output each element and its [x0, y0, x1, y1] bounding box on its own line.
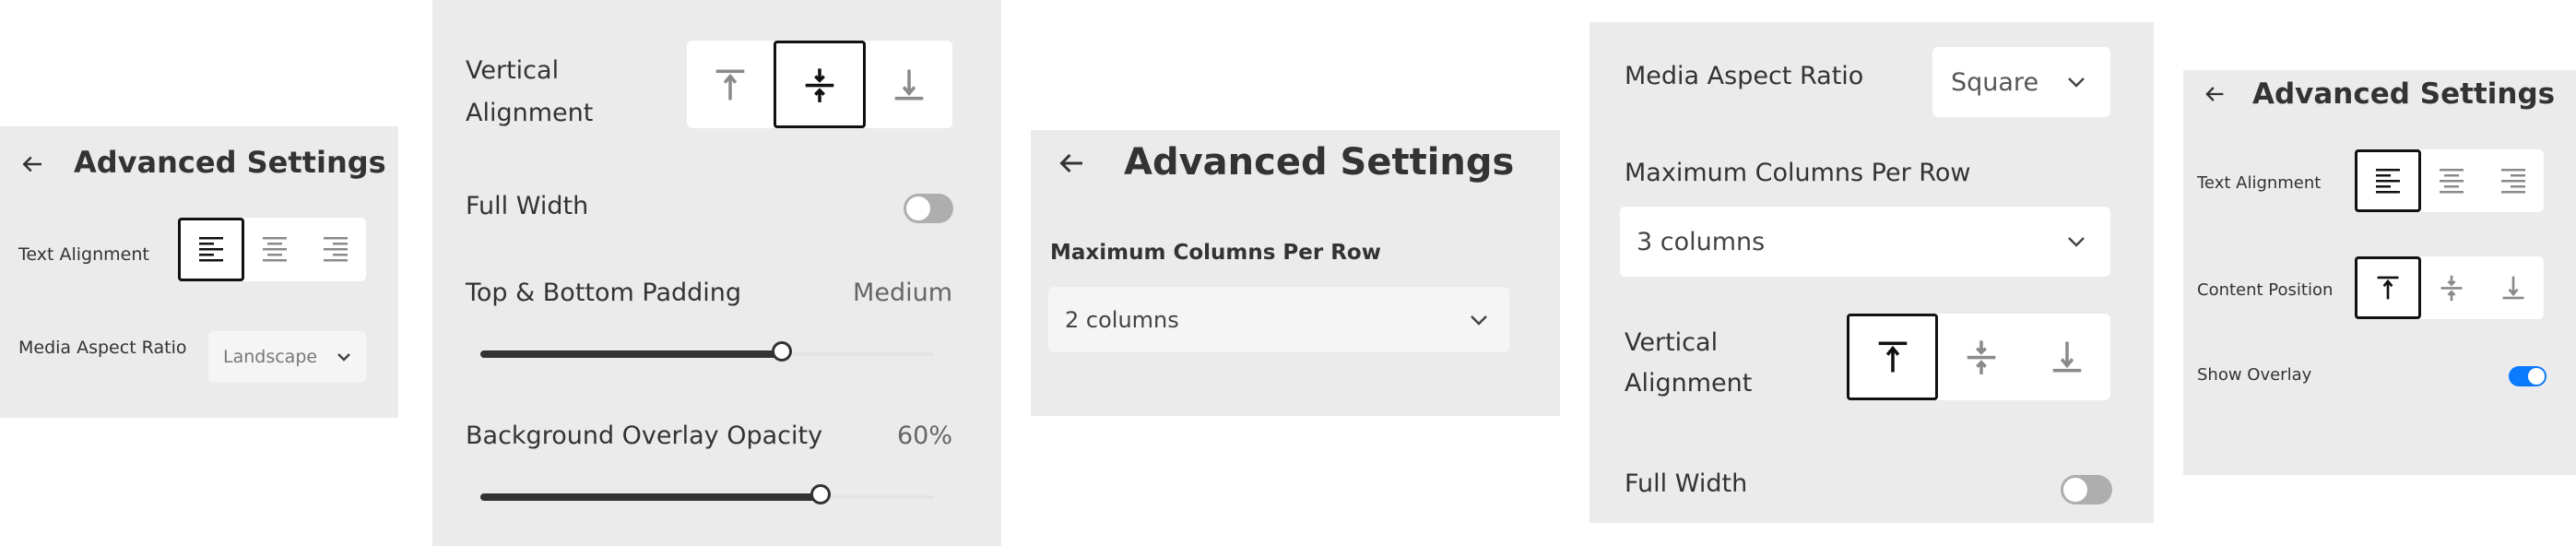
padding-slider[interactable] [480, 341, 934, 362]
align-center-option[interactable] [2421, 149, 2482, 212]
text-alignment-label: Text Alignment [2197, 173, 2322, 193]
align-middle-option[interactable] [774, 41, 866, 128]
align-bottom-option[interactable] [2025, 314, 2110, 400]
align-center-option[interactable] [244, 218, 305, 281]
text-alignment-control [2355, 149, 2544, 212]
show-overlay-toggle[interactable] [2509, 366, 2546, 386]
toggle-knob [2528, 368, 2545, 385]
settings-panel-2: Vertical Alignment Full Width Top & Bott… [432, 0, 1001, 546]
max-columns-label: Maximum Columns Per Row [1050, 241, 1381, 265]
max-columns-label: Maximum Columns Per Row [1625, 159, 1971, 187]
align-center-icon [263, 237, 287, 262]
align-middle-option[interactable] [1938, 314, 2024, 400]
media-aspect-ratio-select[interactable]: Square [1932, 47, 2110, 117]
align-right-icon [324, 237, 348, 262]
toggle-knob [906, 196, 930, 220]
settings-panel-1: Advanced Settings Text Alignment Media A… [0, 126, 398, 418]
align-left-option[interactable] [178, 218, 244, 281]
full-width-toggle[interactable] [904, 194, 953, 223]
back-button[interactable] [1055, 147, 1088, 180]
arrow-left-icon [22, 156, 41, 172]
align-left-icon [2376, 168, 2401, 194]
label-line: Alignment [1625, 369, 1753, 398]
align-top-icon [2374, 274, 2402, 302]
align-top-option[interactable] [1847, 314, 1939, 400]
align-left-icon [199, 237, 223, 262]
overlay-opacity-slider[interactable] [480, 484, 934, 504]
padding-value: Medium [853, 279, 952, 307]
chevron-down-icon [2066, 76, 2086, 89]
align-right-icon [2500, 168, 2525, 194]
overlay-opacity-value: 60% [896, 421, 952, 450]
align-bottom-icon [2499, 274, 2527, 302]
align-middle-icon [801, 66, 838, 103]
select-value: 2 columns [1065, 306, 1179, 333]
vertical-alignment-label: Vertical Alignment [1625, 323, 1752, 404]
align-bottom-option[interactable] [866, 41, 952, 128]
label-line: Alignment [466, 99, 594, 127]
media-aspect-ratio-select[interactable]: Landscape [208, 331, 366, 383]
full-width-label: Full Width [1625, 469, 1748, 498]
show-overlay-label: Show Overlay [2197, 365, 2312, 385]
chevron-down-icon [2066, 235, 2086, 248]
select-value: Square [1951, 67, 2039, 97]
max-columns-select[interactable]: 2 columns [1048, 287, 1509, 352]
settings-panel-4: Media Aspect Ratio Square Maximum Column… [1589, 22, 2154, 523]
settings-panel-3: Advanced Settings Maximum Columns Per Ro… [1031, 130, 1560, 416]
vertical-alignment-control [1847, 314, 2110, 400]
align-left-option[interactable] [2355, 149, 2422, 212]
align-middle-icon [1963, 338, 2000, 375]
position-bottom-option[interactable] [2483, 256, 2544, 319]
content-position-control [2355, 256, 2544, 319]
align-top-icon [712, 66, 749, 103]
position-top-option[interactable] [2355, 256, 2422, 319]
slider-fill [480, 350, 783, 358]
label-line: Vertical [466, 56, 560, 85]
text-alignment-control [178, 218, 366, 281]
vertical-alignment-control [687, 41, 952, 128]
text-alignment-label: Text Alignment [18, 244, 149, 265]
arrow-left-icon [1059, 153, 1082, 173]
align-top-option[interactable] [687, 41, 774, 128]
slider-fill [480, 493, 821, 501]
full-width-toggle[interactable] [2061, 475, 2112, 504]
settings-panel-5: Advanced Settings Text Alignment Content… [2183, 70, 2576, 475]
overlay-opacity-label: Background Overlay Opacity [466, 421, 823, 450]
align-center-icon [2440, 168, 2464, 194]
select-value: 3 columns [1637, 227, 1766, 256]
align-bottom-icon [2049, 338, 2086, 375]
media-aspect-ratio-label: Media Aspect Ratio [1625, 62, 1864, 90]
vertical-alignment-label: Vertical Alignment [466, 50, 593, 135]
padding-label: Top & Bottom Padding [466, 279, 742, 307]
full-width-label: Full Width [466, 192, 589, 220]
align-right-option[interactable] [2483, 149, 2544, 212]
label-line: Vertical [1625, 328, 1719, 357]
slider-thumb[interactable] [810, 484, 831, 504]
back-button[interactable] [18, 150, 46, 178]
arrow-left-icon [2205, 87, 2224, 101]
content-position-label: Content Position [2197, 280, 2334, 300]
chevron-down-icon [1469, 314, 1489, 326]
max-columns-select[interactable]: 3 columns [1620, 207, 2110, 277]
align-right-option[interactable] [305, 218, 366, 281]
media-aspect-ratio-label: Media Aspect Ratio [18, 338, 187, 358]
chevron-down-icon [337, 351, 351, 362]
toggle-knob [2063, 478, 2087, 502]
select-value: Landscape [223, 347, 318, 367]
slider-thumb[interactable] [772, 341, 793, 362]
align-middle-icon [2438, 274, 2465, 302]
page-title: Advanced Settings [2252, 77, 2556, 111]
align-top-icon [1874, 338, 1911, 375]
back-button[interactable] [2202, 81, 2227, 107]
align-bottom-icon [891, 66, 928, 103]
position-middle-option[interactable] [2421, 256, 2482, 319]
page-title: Advanced Settings [74, 145, 386, 180]
page-title: Advanced Settings [1124, 141, 1515, 184]
